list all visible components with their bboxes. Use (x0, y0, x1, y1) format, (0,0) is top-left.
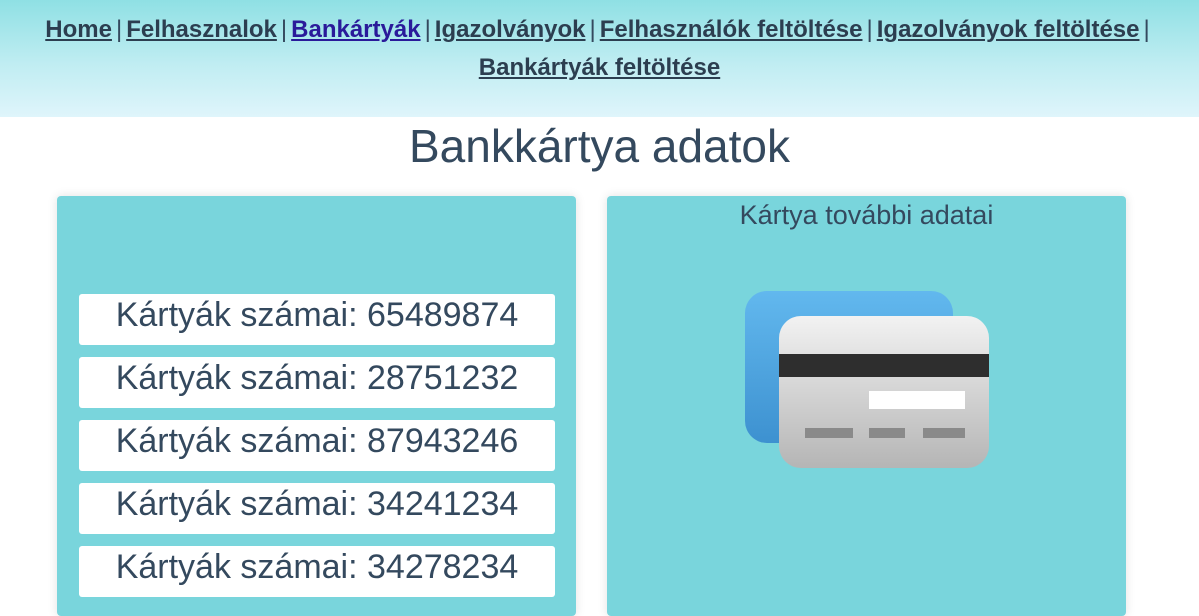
card-number-item[interactable]: Kártyák számai: 34241234 (79, 483, 555, 534)
nav-separator: | (115, 16, 123, 43)
nav-link-felhasznalok-feltoltese[interactable]: Felhasználók feltöltése (600, 16, 863, 43)
page-title: Bankkártya adatok (408, 120, 790, 172)
nav-separator: | (866, 16, 873, 43)
nav-link-igazolvanyok-feltoltese[interactable]: Igazolványok feltöltése (877, 16, 1140, 43)
nav-link-bankartyak[interactable]: Bankártyák (291, 16, 420, 43)
nav-link-bankartyak-feltoltese[interactable]: Bankártyák feltöltése (479, 54, 720, 81)
top-navigation: Home | Felhasznalok | Bankártyák | Igazolványo… (0, 0, 1199, 117)
nav-line-2: Bankártyák feltöltése (0, 49, 1199, 87)
nav-separator: | (1143, 16, 1150, 43)
nav-separator: | (589, 16, 596, 43)
nav-line-1: Home | Felhasznalok | Bankártyák | Igazolványo… (0, 11, 1199, 49)
nav-separator: | (280, 16, 288, 43)
card-details-title: Kártya további adatai (739, 200, 994, 230)
card-number-list: Kártyák számai: 65489874 Kártyák számai:… (79, 294, 555, 609)
card-number-item[interactable]: Kártyák számai: 28751232 (79, 357, 555, 408)
nav-link-felhasznalok[interactable]: Felhasznalok (126, 16, 277, 43)
card-number-item[interactable]: Kártyák számai: 65489874 (79, 294, 555, 345)
card-details-panel: Kártya további adatai (607, 196, 1126, 616)
nav-separator: | (424, 16, 431, 43)
nav-link-home[interactable]: Home (45, 16, 112, 43)
nav-link-igazolvanyok[interactable]: Igazolványok (435, 16, 586, 43)
card-number-item[interactable]: Kártyák számai: 34278234 (79, 546, 555, 597)
credit-card-icon (745, 291, 989, 468)
card-list-panel: Kártyák számai: 65489874 Kártyák számai:… (57, 196, 576, 616)
card-number-item[interactable]: Kártyák számai: 87943246 (79, 420, 555, 471)
